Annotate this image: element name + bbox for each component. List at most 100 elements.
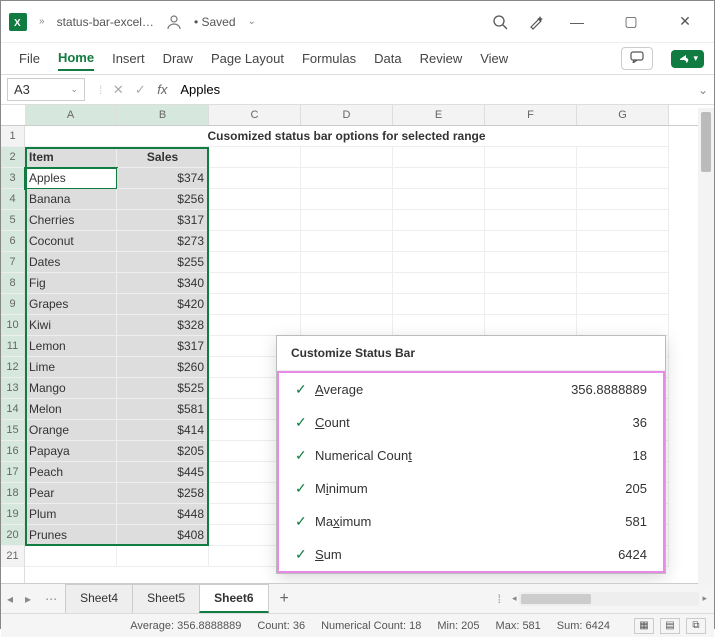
chevrons-icon[interactable]: »: [39, 16, 45, 27]
cell-item[interactable]: Lemon: [25, 336, 117, 357]
cell-item[interactable]: Peach: [25, 462, 117, 483]
cell-empty[interactable]: [209, 189, 301, 210]
cell-empty[interactable]: [393, 231, 485, 252]
cell-sales[interactable]: $448: [117, 504, 209, 525]
popup-item[interactable]: ✓Minimum205: [279, 472, 663, 505]
cell-empty[interactable]: [393, 168, 485, 189]
row-header-14[interactable]: 14: [1, 399, 24, 420]
horizontal-scrollbar[interactable]: ◂ ▸: [509, 592, 714, 606]
row-header-7[interactable]: 7: [1, 252, 24, 273]
cell-item[interactable]: Grapes: [25, 294, 117, 315]
page-layout-view-button[interactable]: ▤: [660, 618, 680, 634]
more-sheets-button[interactable]: ⋯: [37, 592, 65, 606]
comments-button[interactable]: [621, 47, 653, 70]
cell-sales[interactable]: $205: [117, 441, 209, 462]
row-header-6[interactable]: 6: [1, 231, 24, 252]
row-header-10[interactable]: 10: [1, 315, 24, 336]
cell-sales[interactable]: $317: [117, 336, 209, 357]
cell-empty[interactable]: [301, 168, 393, 189]
cell-sales[interactable]: $445: [117, 462, 209, 483]
cell-empty[interactable]: [485, 168, 577, 189]
cell-item[interactable]: Kiwi: [25, 315, 117, 336]
tab-file[interactable]: File: [19, 47, 40, 70]
cell-empty[interactable]: [209, 294, 301, 315]
tab-page-layout[interactable]: Page Layout: [211, 47, 284, 70]
close-button[interactable]: ✕: [664, 8, 706, 36]
name-box-dropdown-icon[interactable]: ⌄: [70, 84, 78, 95]
status-bar[interactable]: Average: 356.8888889Count: 36Numerical C…: [1, 613, 714, 637]
row-header-18[interactable]: 18: [1, 483, 24, 504]
hscroll-left-icon[interactable]: ◂: [509, 593, 520, 604]
document-title[interactable]: status-bar-excel…: [57, 15, 154, 29]
popup-item[interactable]: ✓Average356.8888889: [279, 373, 663, 406]
sheet-nav-right-icon[interactable]: ▸: [19, 592, 37, 606]
cell-empty[interactable]: [577, 273, 669, 294]
cell-sales[interactable]: $328: [117, 315, 209, 336]
save-status-dropdown-icon[interactable]: ⌄: [248, 16, 256, 27]
column-header-d[interactable]: D: [301, 105, 393, 125]
cell-empty[interactable]: [209, 231, 301, 252]
row-header-11[interactable]: 11: [1, 336, 24, 357]
sheet-nav-left-icon[interactable]: ◂: [1, 592, 19, 606]
cell-empty[interactable]: [577, 252, 669, 273]
cell-sales[interactable]: $317: [117, 210, 209, 231]
cell-empty[interactable]: [577, 231, 669, 252]
row-header-2[interactable]: 2: [1, 147, 24, 168]
cell-empty[interactable]: [209, 252, 301, 273]
search-icon[interactable]: [492, 14, 508, 30]
cell-empty[interactable]: [577, 147, 669, 168]
row-header-13[interactable]: 13: [1, 378, 24, 399]
cell-empty[interactable]: [209, 147, 301, 168]
cell-item[interactable]: Orange: [25, 420, 117, 441]
cell-empty[interactable]: [393, 252, 485, 273]
cell-sales[interactable]: $581: [117, 399, 209, 420]
tab-data[interactable]: Data: [374, 47, 401, 70]
vertical-scrollbar[interactable]: [698, 108, 714, 585]
cell-empty[interactable]: [577, 294, 669, 315]
cell-item[interactable]: Apples: [25, 168, 117, 189]
row-header-3[interactable]: 3: [1, 168, 24, 189]
cell-item[interactable]: Lime: [25, 357, 117, 378]
cell-empty[interactable]: [301, 315, 393, 336]
cell-empty[interactable]: [393, 210, 485, 231]
cell-empty[interactable]: [577, 168, 669, 189]
row-header-21[interactable]: 21: [1, 546, 24, 567]
cell-item[interactable]: Papaya: [25, 441, 117, 462]
cell-empty[interactable]: [301, 231, 393, 252]
cell-item[interactable]: Cherries: [25, 210, 117, 231]
cell-empty[interactable]: [301, 273, 393, 294]
tab-menu-icon[interactable]: ⁞: [490, 592, 509, 606]
row-header-19[interactable]: 19: [1, 504, 24, 525]
row-headers[interactable]: 123456789101112131415161718192021: [1, 126, 25, 583]
sheet-tab-sheet4[interactable]: Sheet4: [65, 584, 133, 613]
row-header-16[interactable]: 16: [1, 441, 24, 462]
normal-view-button[interactable]: ▦: [634, 618, 654, 634]
tab-view[interactable]: View: [480, 47, 508, 70]
cell-empty[interactable]: [393, 294, 485, 315]
title-cell[interactable]: Cusomized status bar options for selecte…: [25, 126, 669, 147]
cancel-formula-button[interactable]: ✕: [108, 80, 128, 100]
column-header-b[interactable]: B: [117, 105, 209, 125]
cell-empty[interactable]: [485, 210, 577, 231]
cell-sales[interactable]: $256: [117, 189, 209, 210]
column-header-e[interactable]: E: [393, 105, 485, 125]
column-header-f[interactable]: F: [485, 105, 577, 125]
cell-empty[interactable]: [393, 147, 485, 168]
cell-empty[interactable]: [485, 273, 577, 294]
cell-empty[interactable]: [485, 252, 577, 273]
cell-empty[interactable]: [577, 189, 669, 210]
cell-item[interactable]: Plum: [25, 504, 117, 525]
enter-formula-button[interactable]: ✓: [130, 80, 150, 100]
magic-icon[interactable]: [528, 14, 544, 30]
row-header-9[interactable]: 9: [1, 294, 24, 315]
cell-sales[interactable]: $525: [117, 378, 209, 399]
maximize-button[interactable]: ▢: [610, 8, 652, 36]
cell-sales[interactable]: $260: [117, 357, 209, 378]
tab-review[interactable]: Review: [420, 47, 463, 70]
cell-sales[interactable]: $374: [117, 168, 209, 189]
cell-item[interactable]: Coconut: [25, 231, 117, 252]
sheet-tab-sheet5[interactable]: Sheet5: [132, 584, 200, 613]
row-header-20[interactable]: 20: [1, 525, 24, 546]
cell-item[interactable]: Mango: [25, 378, 117, 399]
cell-empty[interactable]: [301, 147, 393, 168]
